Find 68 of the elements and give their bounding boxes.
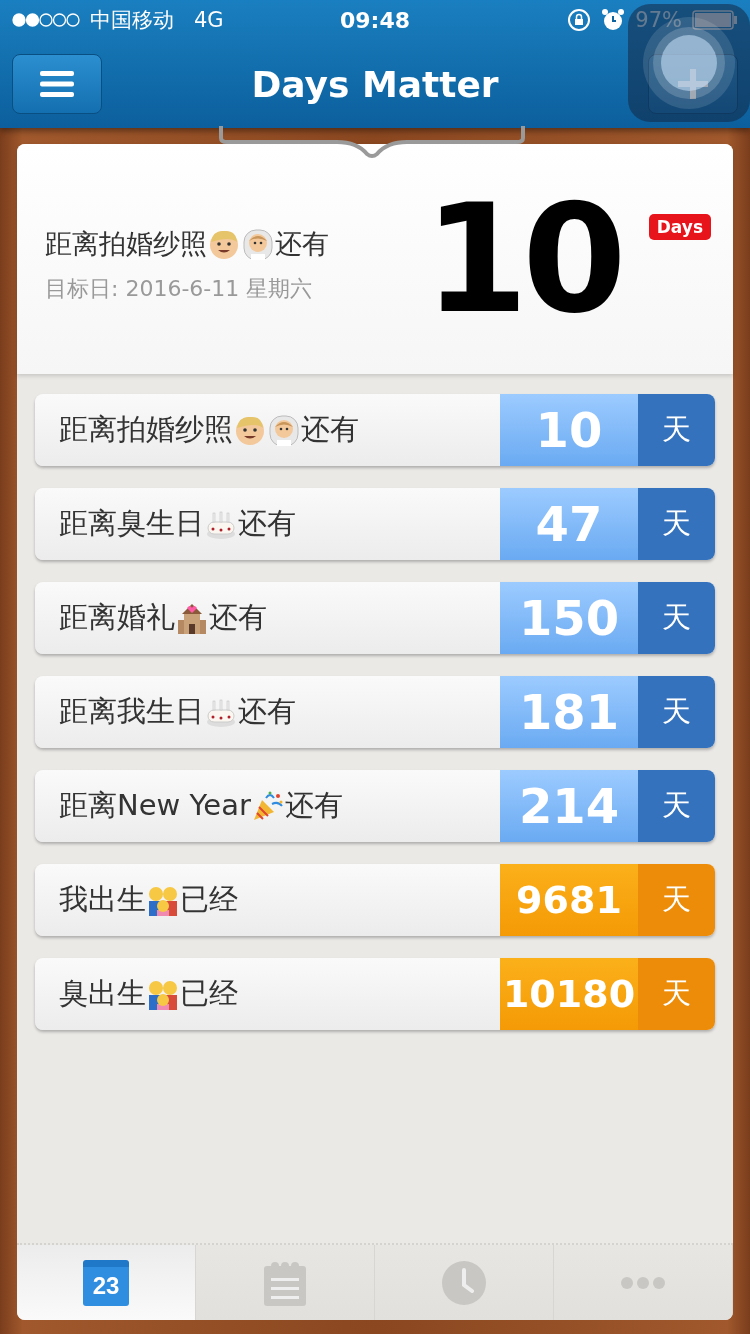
event-title: 臭出生: [59, 975, 146, 1012]
plus-icon: [678, 69, 708, 99]
event-row[interactable]: 距离New Year 还有 214 天: [35, 770, 715, 842]
cake-emoji-icon: [205, 508, 237, 540]
event-title: 还有: [284, 787, 343, 824]
event-title: 距离婚礼: [59, 599, 175, 636]
day-count: 9681: [500, 864, 638, 936]
event-title: 距离拍婚纱照: [59, 411, 233, 448]
event-title: 距离臭生日: [59, 505, 204, 542]
notepad-icon: [262, 1259, 308, 1306]
event-title: 还有: [238, 693, 296, 730]
rotation-lock-icon: [567, 8, 592, 32]
event-title: 还有: [238, 505, 296, 542]
event-title: 还有: [275, 227, 329, 261]
target-date: 目标日: 2016-6-11 星期六: [45, 275, 314, 303]
event-title: 还有: [209, 599, 267, 636]
man-emoji-icon: [208, 228, 240, 260]
event-title: 已经: [180, 881, 238, 918]
menu-button[interactable]: [12, 54, 102, 114]
day-count: 10180: [500, 958, 638, 1030]
day-unit: 天: [638, 582, 715, 654]
battery-icon: [692, 10, 738, 30]
calendar-icon: 23: [83, 1259, 129, 1306]
day-count: 214: [500, 770, 638, 842]
man-emoji-icon: [234, 414, 266, 446]
day-count: 10: [500, 394, 638, 466]
clock-icon: [441, 1259, 487, 1306]
chapel-emoji-icon: [176, 602, 208, 634]
day-unit: 天: [638, 676, 715, 748]
alarm-icon: [601, 8, 626, 32]
event-row[interactable]: 距离拍婚纱照 还有 10 天: [35, 394, 715, 466]
day-count: 150: [500, 582, 638, 654]
event-title: 距离拍婚纱照: [45, 227, 207, 261]
days-badge: Days: [648, 214, 711, 240]
more-icon: [620, 1275, 666, 1290]
event-title: 还有: [301, 411, 359, 448]
family-emoji-icon: [147, 978, 179, 1010]
event-title: 我出生: [59, 881, 146, 918]
day-unit: 天: [638, 864, 715, 936]
event-title: 已经: [180, 975, 238, 1012]
event-row[interactable]: 距离臭生日 还有 47 天: [35, 488, 715, 560]
network-type: 4G: [194, 8, 224, 32]
carrier-name: 中国移动: [90, 7, 174, 34]
days-count: 10: [424, 184, 621, 334]
day-unit: 天: [638, 770, 715, 842]
bride-emoji-icon: [242, 228, 274, 260]
day-count: 47: [500, 488, 638, 560]
assistive-touch-button[interactable]: [628, 4, 750, 122]
signal-icon: [12, 13, 80, 27]
battery-percent: 97%: [635, 8, 682, 32]
party-popper-icon: [251, 790, 284, 822]
app-title: Days Matter: [251, 63, 499, 105]
day-unit: 天: [638, 488, 715, 560]
event-row[interactable]: 距离我生日 还有 181 天: [35, 676, 715, 748]
menu-icon: [40, 70, 74, 98]
bride-emoji-icon: [268, 414, 300, 446]
clock-time: 09:48: [340, 8, 410, 33]
add-button[interactable]: [648, 54, 738, 114]
event-row[interactable]: 臭出生 已经 10180 天: [35, 958, 715, 1030]
family-emoji-icon: [147, 884, 179, 916]
day-count: 181: [500, 676, 638, 748]
day-unit: 天: [638, 958, 715, 1030]
event-row[interactable]: 距离婚礼 还有 150 天: [35, 582, 715, 654]
event-title: 距离New Year: [59, 787, 251, 824]
day-unit: 天: [638, 394, 715, 466]
event-row[interactable]: 我出生 已经 9681 天: [35, 864, 715, 936]
event-title: 距离我生日: [59, 693, 204, 730]
cake-emoji-icon: [205, 696, 237, 728]
